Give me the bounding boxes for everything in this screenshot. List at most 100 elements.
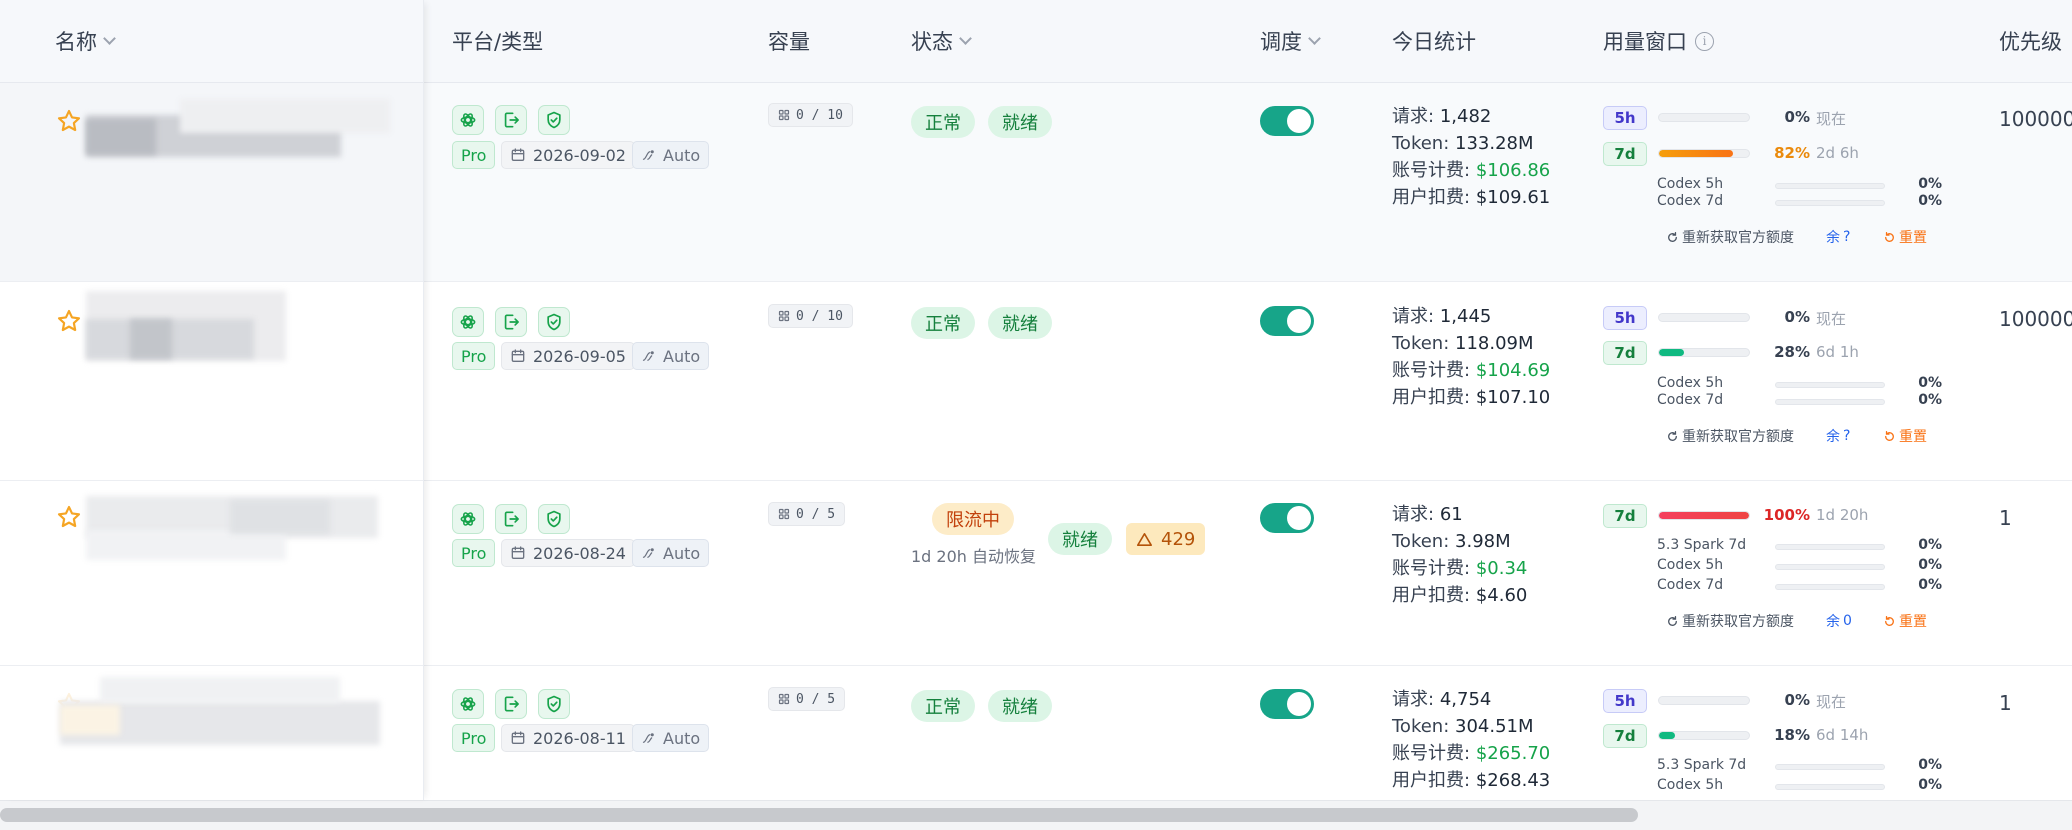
sub-window-label: 5.3 Spark 7d bbox=[1657, 537, 1747, 553]
reset-button[interactable]: 重置 bbox=[1883, 227, 1927, 247]
reset-button[interactable]: 重置 bbox=[1883, 426, 1927, 446]
sub-window-pct: 0% bbox=[1918, 193, 1942, 209]
name-cell bbox=[0, 665, 423, 800]
capacity-badge: 0 / 10 bbox=[768, 304, 853, 328]
schedule-toggle[interactable] bbox=[1260, 503, 1314, 533]
usage-bar-7d bbox=[1658, 348, 1750, 357]
auto-recover-text: 1d 20h 自动恢复 bbox=[911, 547, 1037, 566]
status-badge: 正常 bbox=[911, 690, 975, 722]
star-icon[interactable] bbox=[56, 308, 82, 334]
sub-window-pct: 0% bbox=[1918, 537, 1942, 553]
schedule-toggle[interactable] bbox=[1260, 306, 1314, 336]
expiry-date-tag: 2026-09-05 bbox=[501, 342, 635, 370]
schedule-toggle[interactable] bbox=[1260, 689, 1314, 719]
usage-bar-5h bbox=[1658, 313, 1750, 322]
today-stats: 请求: 61 Token: 3.98M 账号计费: $0.34 用户扣费: $4… bbox=[1392, 504, 1528, 606]
horizontal-scrollbar[interactable] bbox=[0, 800, 2072, 830]
refresh-quota-button[interactable]: 重新获取官方额度 bbox=[1666, 611, 1794, 631]
auto-mode-tag: Auto bbox=[632, 141, 710, 169]
capacity-badge: 0 / 5 bbox=[768, 687, 846, 711]
star-icon[interactable] bbox=[56, 504, 82, 530]
sub-window-label: Codex 7d bbox=[1657, 577, 1724, 593]
today-stats: 请求: 1,482 Token: 133.28M 账号计费: $106.86 用… bbox=[1392, 106, 1551, 208]
table-row: Pro 2026-09-02 Auto 0 / 10 正常 就绪 请求: 1,4… bbox=[0, 83, 2072, 282]
today-stats: 请求: 1,445 Token: 118.09M 账号计费: $104.69 用… bbox=[1392, 306, 1551, 408]
tier-badge: Pro bbox=[452, 724, 496, 752]
sub-window-pct: 0% bbox=[1918, 777, 1942, 793]
usage-pct-7d: 100% bbox=[1763, 506, 1810, 524]
usage-bar-5h bbox=[1658, 696, 1750, 705]
ready-badge: 就绪 bbox=[1048, 523, 1112, 555]
usage-bar-fill bbox=[1659, 732, 1676, 739]
schedule-toggle[interactable] bbox=[1260, 106, 1314, 136]
expiry-date-tag: 2026-08-24 bbox=[501, 539, 635, 567]
sub-window-pct: 0% bbox=[1918, 176, 1942, 192]
sub-window-bar bbox=[1775, 544, 1885, 550]
ready-badge: 就绪 bbox=[988, 690, 1052, 722]
remaining-quota-link[interactable]: 余 ? bbox=[1826, 426, 1850, 446]
toggle-knob bbox=[1287, 309, 1311, 333]
sub-window-bar bbox=[1775, 764, 1885, 770]
priority-value: 1 bbox=[1999, 691, 2012, 715]
refresh-quota-button[interactable]: 重新获取官方额度 bbox=[1666, 227, 1794, 247]
auto-icon bbox=[641, 731, 656, 746]
sub-window-label: Codex 5h bbox=[1657, 176, 1724, 192]
header-status[interactable]: 状态 bbox=[911, 26, 972, 56]
reset-time-7d: 1d 20h bbox=[1816, 506, 1869, 524]
remaining-quota-link[interactable]: 余 ? bbox=[1826, 227, 1850, 247]
sub-window-pct: 0% bbox=[1918, 557, 1942, 573]
priority-value: 1 bbox=[1999, 506, 2012, 530]
remaining-quota-link[interactable]: 余 0 bbox=[1826, 611, 1852, 631]
today-stats: 请求: 4,754 Token: 304.51M 账号计费: $265.70 用… bbox=[1392, 689, 1551, 791]
sub-window-label: Codex 5h bbox=[1657, 375, 1724, 391]
chevron-down-icon bbox=[1308, 32, 1321, 45]
name-cell bbox=[0, 281, 423, 480]
reset-time-7d: 2d 6h bbox=[1816, 144, 1859, 162]
priority-value: 100000 bbox=[1999, 307, 2072, 331]
openai-icon bbox=[452, 307, 484, 337]
reset-time-5h: 现在 bbox=[1816, 310, 1847, 328]
expiry-date-tag: 2026-09-02 bbox=[501, 141, 635, 169]
usage-pct-7d: 28% bbox=[1774, 343, 1810, 361]
oauth-login-icon bbox=[495, 504, 527, 534]
reset-icon bbox=[1883, 430, 1896, 443]
reset-time-7d: 6d 1h bbox=[1816, 343, 1859, 361]
scrollbar-thumb[interactable] bbox=[0, 808, 1638, 822]
shield-check-icon bbox=[538, 504, 570, 534]
star-icon[interactable] bbox=[56, 108, 82, 134]
refresh-quota-button[interactable]: 重新获取官方额度 bbox=[1666, 426, 1794, 446]
reset-button[interactable]: 重置 bbox=[1883, 611, 1927, 631]
window-5h-badge: 5h bbox=[1603, 106, 1647, 130]
usage-pct-7d: 82% bbox=[1774, 144, 1810, 162]
grid-icon bbox=[778, 508, 790, 520]
header-today-stats: 今日统计 bbox=[1392, 30, 1476, 54]
header-usage-window: 用量窗口 i bbox=[1603, 26, 1714, 56]
auto-icon bbox=[641, 546, 656, 561]
info-icon[interactable]: i bbox=[1695, 31, 1714, 51]
shield-check-icon bbox=[538, 105, 570, 135]
usage-bar-fill bbox=[1659, 349, 1685, 356]
openai-icon bbox=[452, 689, 484, 719]
status-badge: 正常 bbox=[911, 307, 975, 339]
usage-bar-fill bbox=[1659, 150, 1733, 157]
calendar-icon bbox=[510, 545, 526, 561]
shield-check-icon bbox=[538, 689, 570, 719]
window-5h-badge: 5h bbox=[1603, 689, 1647, 713]
header-name[interactable]: 名称 bbox=[55, 26, 116, 56]
usage-pct-5h: 0% bbox=[1784, 308, 1810, 326]
calendar-icon bbox=[510, 730, 526, 746]
reset-icon bbox=[1883, 231, 1896, 244]
sub-window-label: Codex 5h bbox=[1657, 557, 1724, 573]
sub-window-label: Codex 5h bbox=[1657, 777, 1724, 793]
sub-window-bar bbox=[1775, 200, 1885, 206]
header-schedule[interactable]: 调度 bbox=[1260, 26, 1321, 56]
sub-window-bar bbox=[1775, 183, 1885, 189]
refresh-icon bbox=[1666, 430, 1679, 443]
reset-time-5h: 现在 bbox=[1816, 693, 1847, 711]
usage-pct-7d: 18% bbox=[1774, 726, 1810, 744]
usage-bar-7d bbox=[1658, 149, 1750, 158]
window-7d-badge: 7d bbox=[1603, 142, 1647, 166]
accounts-table: 名称 平台/类型 容量 状态 调度 今日统计 用量窗口 i 优先级 Pro 202… bbox=[0, 0, 2072, 830]
table-header: 名称 平台/类型 容量 状态 调度 今日统计 用量窗口 i 优先级 bbox=[0, 0, 2072, 83]
grid-icon bbox=[778, 693, 790, 705]
